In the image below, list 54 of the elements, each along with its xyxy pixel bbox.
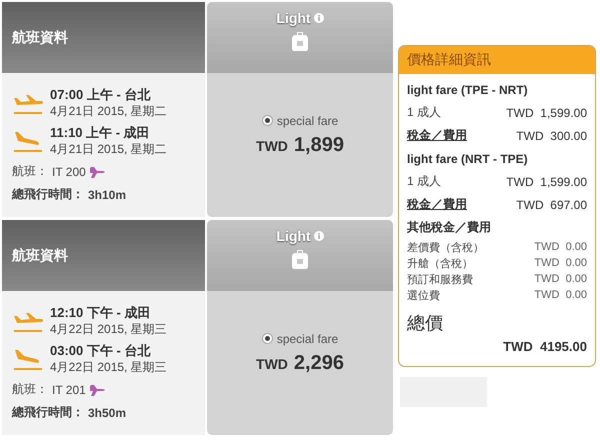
fee-label: 預訂和服務費: [407, 272, 473, 286]
flight-number-label: 航班：: [12, 163, 48, 180]
flight-number-label: 航班：: [12, 381, 48, 398]
duration-label: 總飛行時間：: [12, 404, 84, 421]
flight-date: 4月21日 2015, 星期二: [50, 141, 167, 157]
price-value: TWD 0.00: [534, 273, 587, 285]
fare-name: Light: [276, 228, 311, 244]
fare-option[interactable]: special fare: [262, 332, 338, 346]
flight-info-header: 航班資料: [2, 2, 205, 73]
flight-time: 12:10 下午 - 成田: [50, 305, 152, 321]
radio-button[interactable]: [262, 333, 273, 344]
duration-label: 總飛行時間：: [12, 186, 84, 203]
flight-duration: 3h10m: [88, 188, 126, 202]
fare-option[interactable]: special fare: [262, 114, 338, 128]
price-value: TWD 0.00: [534, 289, 587, 301]
flight-number: IT 200: [52, 164, 86, 178]
fare-name: Light: [276, 10, 311, 26]
taxes-link[interactable]: 稅金／費用: [407, 196, 467, 213]
flight-info-header: 航班資料: [2, 220, 205, 291]
flight-date: 4月22日 2015, 星期三: [50, 321, 167, 337]
backpack-icon: [291, 249, 309, 269]
taxes-link[interactable]: 稅金／費用: [407, 127, 467, 144]
panel-title: 價格詳細資訊: [399, 46, 595, 74]
section-heading: 其他稅金／費用: [407, 219, 491, 236]
currency: TWD: [256, 356, 288, 372]
price-value: TWD 300.00: [516, 128, 587, 142]
radio-button[interactable]: [262, 115, 273, 126]
currency: TWD: [256, 138, 288, 154]
passenger-label: 1 成人: [407, 104, 442, 121]
flight-date: 4月21日 2015, 星期二: [50, 103, 167, 119]
flight-time: 07:00 上午 - 台北: [50, 87, 152, 103]
flight-number: IT 201: [52, 382, 86, 396]
price-value: TWD 0.00: [534, 241, 587, 253]
section-heading: light fare (TPE - NRT): [407, 82, 528, 96]
backpack-icon: [291, 31, 309, 51]
plane-icon: [90, 164, 106, 178]
total-price: TWD 4195.00: [503, 339, 587, 354]
price-value: TWD 1,599.00: [506, 174, 587, 188]
flight-time: 11:10 上午 - 成田: [50, 125, 151, 141]
price-value: TWD 0.00: [534, 257, 587, 269]
fee-label: 差價費（含稅）: [407, 240, 484, 254]
fee-label: 升艙（含稅）: [407, 256, 473, 270]
price-value: TWD 1,599.00: [506, 106, 587, 120]
flight-duration: 3h50m: [88, 406, 126, 420]
total-label: 總價: [407, 312, 444, 335]
flight-date: 4月22日 2015, 星期三: [50, 359, 167, 375]
fare-price: 1,899: [294, 134, 344, 156]
fare-price: 2,296: [294, 352, 344, 374]
passenger-label: 1 成人: [407, 173, 442, 190]
flight-time: 03:00 下午 - 台北: [50, 343, 152, 359]
plane-icon: [90, 382, 106, 396]
fee-label: 選位費: [407, 288, 440, 302]
price-value: TWD 697.00: [516, 198, 587, 212]
section-heading: light fare (NRT - TPE): [407, 152, 528, 166]
